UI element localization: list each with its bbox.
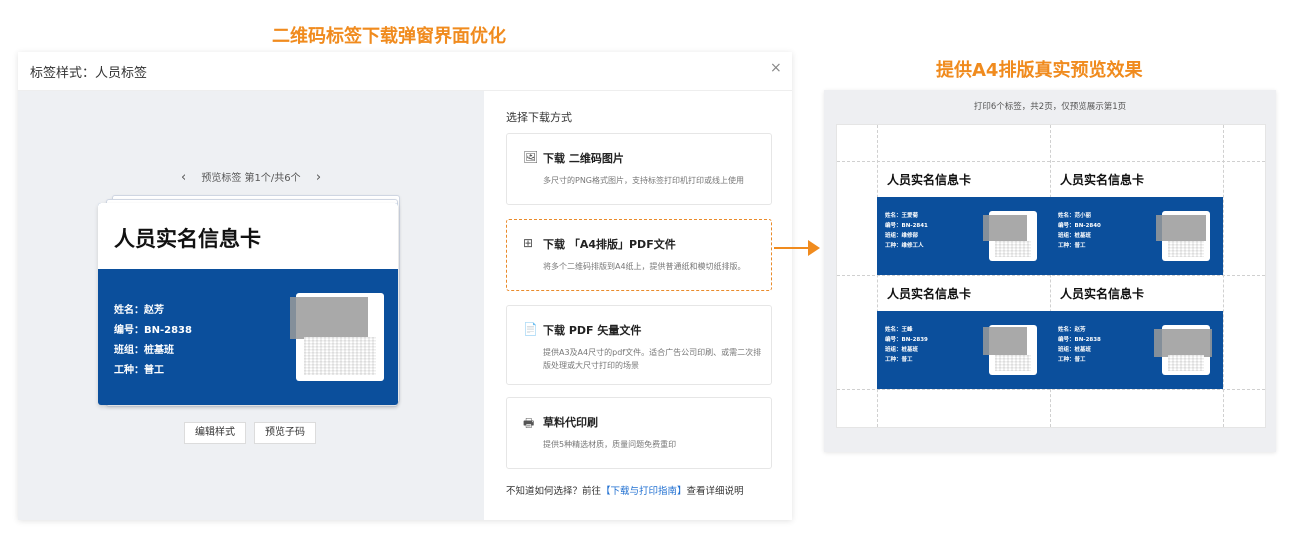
pdf-icon: 📄 bbox=[523, 322, 538, 336]
preview-pager: ‹ 预览标签 第1个/共6个 › bbox=[18, 169, 484, 185]
mini-qr-area bbox=[983, 211, 1037, 261]
guide-suffix: 查看详细说明 bbox=[686, 486, 744, 497]
mini-card-title: 人员实名信息卡 bbox=[1060, 173, 1145, 187]
qr-blurred-photo bbox=[290, 297, 368, 339]
printer-icon: 🖶 bbox=[523, 416, 535, 430]
label-card-stack: 人员实名信息卡 姓名：赵芳 编号：BN-2838 班组：桩基班 工种：普工 bbox=[98, 195, 400, 407]
mini-field: 姓名：范小丽 bbox=[1058, 213, 1092, 219]
mini-card: 人员实名信息卡 姓名：赵芳 编号：BN-2838 班组：桩基班 工种：普工 bbox=[1050, 275, 1223, 389]
choose-method-label: 选择下载方式 bbox=[506, 111, 572, 124]
mini-field: 编号：BN-2840 bbox=[1058, 223, 1101, 229]
card-field: 班组：桩基班 bbox=[114, 345, 174, 356]
qr-blurred-photo bbox=[983, 215, 1027, 241]
mini-field: 姓名：赵芳 bbox=[1058, 327, 1086, 333]
option-desc: 提供5种精选材质，质量问题免费重印 bbox=[543, 440, 677, 449]
qr-code-icon bbox=[1168, 355, 1204, 371]
option-desc: 将多个二维码排版到A4纸上，提供普通纸和模切纸排版。 bbox=[543, 262, 746, 271]
card-header: 人员实名信息卡 bbox=[98, 203, 398, 269]
mini-field: 班组：维修部 bbox=[885, 233, 919, 239]
preview-note: 打印6个标签，共2页，仅预览展示第1页 bbox=[973, 102, 1127, 112]
mini-card-band: 姓名：赵芳 编号：BN-2838 班组：桩基班 工种：普工 bbox=[1050, 311, 1223, 389]
qr-blurred-photo bbox=[1154, 329, 1212, 357]
dialog-header: 标签样式：人员标签 × bbox=[18, 52, 792, 91]
preview-subcode-button[interactable]: 预览子码 bbox=[254, 422, 316, 444]
option-desc: 提供A3及A4尺寸的pdf文件。适合广告公司印刷、或需二次排版处理或大尺寸打印的… bbox=[543, 348, 762, 370]
card-field: 编号：BN-2838 bbox=[114, 325, 192, 336]
prev-icon[interactable]: ‹ bbox=[181, 170, 186, 185]
qr-code-icon bbox=[995, 241, 1031, 257]
mini-field: 编号：BN-2841 bbox=[885, 223, 928, 229]
qr-code-icon bbox=[304, 337, 376, 375]
guide-prefix: 不知道如何选择？前往 bbox=[506, 486, 602, 497]
mini-card-band: 姓名：范小丽 编号：BN-2840 班组：桩基班 工种：普工 bbox=[1050, 197, 1223, 275]
mini-field: 班组：桩基班 bbox=[885, 347, 919, 353]
cut-guide bbox=[837, 389, 1265, 390]
mini-card-title: 人员实名信息卡 bbox=[887, 173, 972, 187]
qr-blurred-photo bbox=[1156, 215, 1206, 241]
pager-text: 预览标签 第1个/共6个 bbox=[201, 173, 301, 184]
card-field: 工种：普工 bbox=[114, 365, 164, 376]
mini-card-title: 人员实名信息卡 bbox=[887, 287, 972, 301]
image-icon: 🖼 bbox=[523, 150, 539, 164]
a4-sheet: 人员实名信息卡 姓名：王爱菊 编号：BN-2841 班组：维修部 工种：维修工人… bbox=[836, 124, 1266, 428]
option-desc: 多尺寸的PNG格式图片，支持标签打印机打印或线上使用 bbox=[543, 176, 745, 185]
mini-field: 班组：桩基班 bbox=[1058, 233, 1092, 239]
mini-field: 工种：普工 bbox=[1058, 357, 1086, 363]
option-title: 草料代印刷 bbox=[543, 416, 598, 429]
qr-code-icon bbox=[1168, 241, 1204, 257]
mini-field: 工种：普工 bbox=[885, 357, 913, 363]
option-title: 下载 「A4排版」PDF文件 bbox=[543, 238, 676, 251]
left-heading: 二维码标签下载弹窗界面优化 bbox=[272, 26, 506, 47]
mini-field: 工种：普工 bbox=[1058, 243, 1086, 249]
mini-field: 编号：BN-2838 bbox=[1058, 337, 1101, 343]
mini-card: 人员实名信息卡 姓名：王峰 编号：BN-2839 班组：桩基班 工种：普工 bbox=[877, 275, 1050, 389]
right-heading: 提供A4排版真实预览效果 bbox=[936, 60, 1143, 81]
option-qr-image[interactable]: 🖼 下载 二维码图片 多尺寸的PNG格式图片，支持标签打印机打印或线上使用 bbox=[506, 133, 772, 205]
mini-card: 人员实名信息卡 姓名：王爱菊 编号：BN-2841 班组：维修部 工种：维修工人 bbox=[877, 161, 1050, 275]
cut-guide bbox=[1223, 125, 1224, 427]
mini-card-band: 姓名：王爱菊 编号：BN-2841 班组：维修部 工种：维修工人 bbox=[877, 197, 1050, 275]
option-print-service[interactable]: 🖶 草料代印刷 提供5种精选材质，质量问题免费重印 bbox=[506, 397, 772, 469]
guide-text: 不知道如何选择？前往【下载与打印指南】查看详细说明 bbox=[506, 483, 744, 497]
card-title: 人员实名信息卡 bbox=[114, 227, 261, 251]
mini-field: 编号：BN-2839 bbox=[885, 337, 928, 343]
option-title: 下载 PDF 矢量文件 bbox=[543, 324, 642, 337]
arrow-line bbox=[774, 247, 812, 249]
qr-code-icon bbox=[995, 355, 1031, 371]
qr-blurred-photo bbox=[983, 327, 1027, 355]
mini-card-band: 姓名：王峰 编号：BN-2839 班组：桩基班 工种：普工 bbox=[877, 311, 1050, 389]
close-icon[interactable]: × bbox=[770, 60, 782, 76]
mini-field: 姓名：王峰 bbox=[885, 327, 913, 333]
download-options-pane: 选择下载方式 🖼 下载 二维码图片 多尺寸的PNG格式图片，支持标签打印机打印或… bbox=[484, 91, 792, 520]
mini-field: 工种：维修工人 bbox=[885, 243, 924, 249]
mini-field: 班组：桩基班 bbox=[1058, 347, 1092, 353]
mini-field: 姓名：王爱菊 bbox=[885, 213, 919, 219]
option-vector-pdf[interactable]: 📄 下载 PDF 矢量文件 提供A3及A4尺寸的pdf文件。适合广告公司印刷、或… bbox=[506, 305, 772, 385]
dialog-title: 标签样式：人员标签 bbox=[30, 66, 148, 81]
next-icon[interactable]: › bbox=[316, 170, 321, 185]
a4-preview-panel: 打印6个标签，共2页，仅预览展示第1页 人员实名信息卡 姓名：王爱菊 编号：BN… bbox=[824, 90, 1276, 452]
mini-qr-area bbox=[983, 325, 1037, 375]
label-card: 人员实名信息卡 姓名：赵芳 编号：BN-2838 班组：桩基班 工种：普工 bbox=[98, 203, 398, 405]
guide-link[interactable]: 【下载与打印指南】 bbox=[601, 486, 687, 497]
mini-qr-area bbox=[1156, 211, 1210, 261]
grid-icon: ⊞ bbox=[523, 236, 534, 250]
mini-card: 人员实名信息卡 姓名：范小丽 编号：BN-2840 班组：桩基班 工种：普工 bbox=[1050, 161, 1223, 275]
option-title: 下载 二维码图片 bbox=[543, 152, 624, 165]
card-field: 姓名：赵芳 bbox=[114, 305, 164, 316]
arrow-right-icon bbox=[808, 240, 820, 256]
mini-card-title: 人员实名信息卡 bbox=[1060, 287, 1145, 301]
edit-style-button[interactable]: 编辑样式 bbox=[184, 422, 246, 444]
label-preview-pane: ‹ 预览标签 第1个/共6个 › 人员实名信息卡 姓名：赵芳 编号：BN-283… bbox=[18, 91, 484, 520]
download-dialog: 标签样式：人员标签 × ‹ 预览标签 第1个/共6个 › 人员实名信息卡 姓名：… bbox=[18, 52, 792, 520]
qr-code-area bbox=[290, 293, 384, 381]
option-a4-pdf[interactable]: ⊞ 下载 「A4排版」PDF文件 将多个二维码排版到A4纸上，提供普通纸和模切纸… bbox=[506, 219, 772, 291]
mini-qr-area bbox=[1154, 325, 1212, 375]
